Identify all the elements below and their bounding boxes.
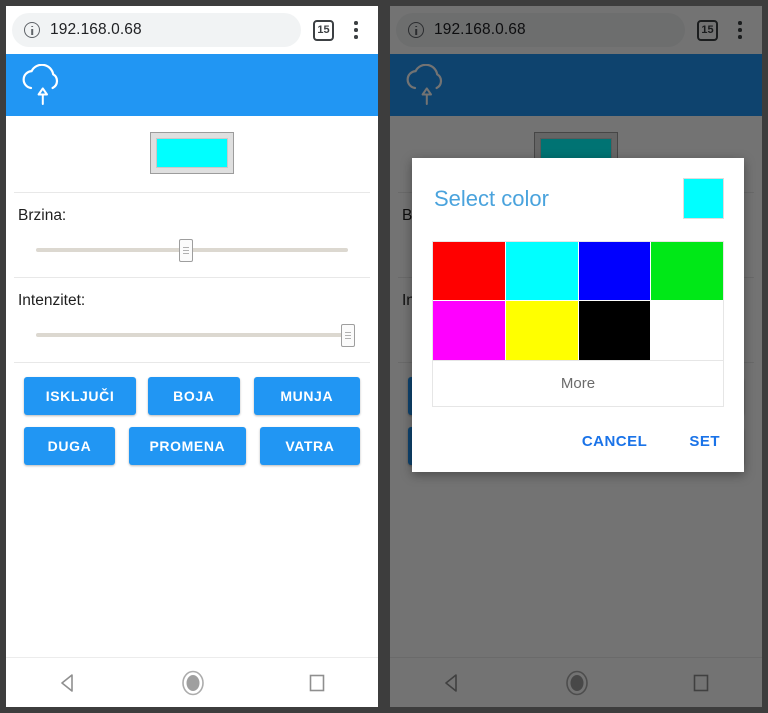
right-phone-panel: 192.168.0.68 15 (390, 6, 762, 707)
info-circle-icon[interactable] (24, 22, 40, 38)
dialog-header: Select color (412, 158, 744, 233)
nav-recents-square-icon[interactable] (307, 673, 327, 693)
slider-intenzitet-label: Intenzitet: (18, 292, 86, 309)
color-preview-area (6, 116, 378, 192)
button-vatra[interactable]: VATRA (259, 427, 360, 465)
button-iskljuci[interactable]: ISKLJUČI (24, 377, 137, 415)
webpage-content: Brzina: Intenzitet: ISKLJUČI BOJA MUNJA … (6, 116, 378, 656)
dialog-action-bar: CANCEL SET (412, 407, 744, 472)
slider-brzina-label: Brzina: (18, 207, 67, 224)
page-header-bar (6, 54, 378, 116)
swatch-magenta[interactable] (433, 301, 506, 360)
url-text: 192.168.0.68 (50, 21, 142, 38)
slider-intenzitet-thumb[interactable] (341, 324, 355, 347)
thumb-grip-line (345, 335, 351, 336)
swatch-row-1 (433, 242, 723, 301)
menu-dot (354, 28, 358, 32)
swatch-white[interactable] (651, 301, 723, 360)
current-color-swatch (156, 138, 228, 168)
thumb-grip-line (182, 247, 189, 248)
address-bar[interactable]: 192.168.0.68 (12, 13, 301, 47)
swatch-red[interactable] (433, 242, 506, 301)
swatch-yellow[interactable] (505, 301, 579, 360)
nav-back-triangle-icon[interactable] (57, 672, 79, 694)
color-swatch-grid (432, 241, 724, 360)
set-button[interactable]: SET (689, 433, 720, 450)
more-label: More (560, 375, 596, 392)
slider-brzina[interactable] (36, 239, 348, 262)
select-color-dialog: Select color More CANCEL SET (412, 158, 744, 472)
button-duga[interactable]: DUGA (24, 427, 115, 465)
browser-toolbar: 192.168.0.68 15 (6, 6, 378, 54)
slider-brzina-block: Brzina: (6, 193, 378, 277)
menu-dot (354, 35, 358, 39)
cloud-upload-icon (22, 64, 59, 105)
screenshot-stage: 192.168.0.68 15 Brzina: Intenzitet: ISKL… (0, 0, 768, 713)
button-promena[interactable]: PROMENA (128, 427, 246, 465)
left-phone-panel: 192.168.0.68 15 Brzina: Intenzitet: ISKL… (6, 6, 378, 707)
thumb-grip-line (182, 253, 189, 254)
button-boja[interactable]: BOJA (148, 377, 240, 415)
command-buttons: ISKLJUČI BOJA MUNJA DUGA PROMENA VATRA (6, 363, 378, 465)
swatch-cyan[interactable] (505, 242, 579, 301)
tab-switcher-button[interactable]: 15 (313, 19, 334, 41)
more-colors-button[interactable]: More (432, 360, 724, 407)
thumb-grip-line (345, 338, 351, 339)
overflow-menu-icon[interactable] (342, 16, 370, 44)
slider-intenzitet-block: Intenzitet: (6, 278, 378, 362)
tab-count-label: 15 (317, 23, 330, 36)
dialog-current-color-swatch (683, 178, 724, 219)
nav-home-circle-icon[interactable] (180, 670, 206, 696)
color-preview-box[interactable] (150, 132, 234, 174)
swatch-blue[interactable] (578, 242, 652, 301)
swatch-green[interactable] (651, 242, 723, 301)
slider-track (36, 333, 348, 337)
button-row-2: DUGA PROMENA VATRA (24, 427, 360, 465)
thumb-grip-line (182, 250, 189, 251)
cancel-button[interactable]: CANCEL (582, 433, 648, 450)
slider-intenzitet[interactable] (36, 324, 355, 347)
android-navigation-bar (6, 657, 378, 707)
thumb-grip-line (345, 332, 351, 333)
dialog-title: Select color (434, 185, 549, 211)
swatch-row-2 (433, 301, 723, 360)
button-row-1: ISKLJUČI BOJA MUNJA (24, 377, 360, 415)
button-munja[interactable]: MUNJA (253, 377, 360, 415)
swatch-black[interactable] (578, 301, 652, 360)
menu-dot (354, 21, 358, 25)
slider-brzina-thumb[interactable] (178, 239, 193, 262)
